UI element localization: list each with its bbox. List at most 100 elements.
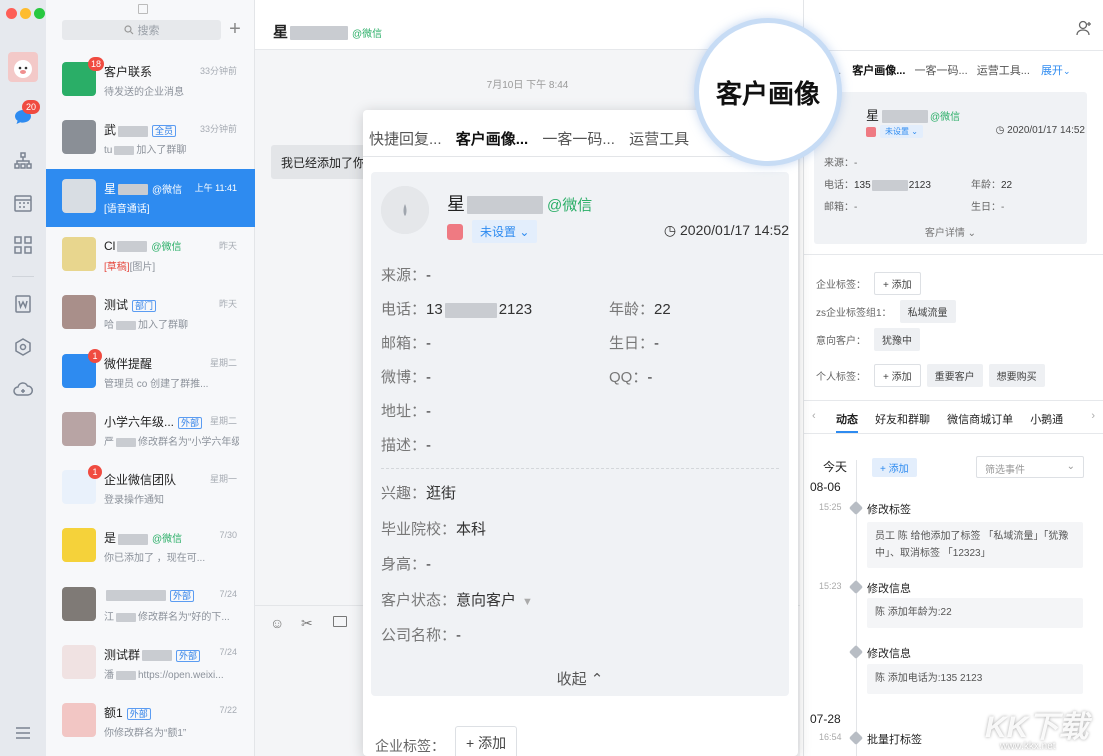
conversation-list: 搜索 + 18客户联系33分钟前待发送的企业消息武全员33分钟前tu加入了群聊星…	[46, 0, 255, 756]
chat-row[interactable]: 测试群外部7/24潘https://open.weixi...	[46, 635, 255, 693]
tag-chip-label: 添加	[892, 280, 912, 291]
chat-row[interactable]: 武全员33分钟前tu加入了群聊	[46, 110, 255, 168]
popup-tabs: 快捷回复... 客户画像... 一客一码... 运营工具	[369, 128, 689, 149]
field-label: 年龄：	[609, 301, 654, 318]
collapse-button[interactable]: 收起 ⌃	[371, 668, 789, 689]
add-tag-button[interactable]: + 添加	[874, 272, 921, 295]
popup-field: QQ：-	[609, 366, 652, 387]
messages-icon[interactable]: 20	[12, 106, 34, 128]
chat-row[interactable]: 1微伴提醒星期二管理员 co 创建了群推...	[46, 344, 255, 402]
chevron-down-icon: ⌄	[1063, 66, 1071, 76]
tab-customer-profile[interactable]: 客户画像...	[852, 65, 905, 77]
chat-row[interactable]: 额1外部7/22你修改群名为“额1”	[46, 693, 255, 751]
tag-chip[interactable]: 想要购买	[989, 364, 1045, 387]
tag-row: 意向客户： 犹豫中	[816, 328, 926, 351]
popup-tab-ops-tools[interactable]: 运营工具	[629, 131, 689, 148]
gender-select[interactable]: 未设置 ⌄	[880, 125, 923, 138]
menu-icon[interactable]	[12, 722, 34, 744]
popup-extra-field: 兴趣：逛街	[381, 482, 456, 503]
chat-row[interactable]: 外部7/24江修改群名为“好的下...	[46, 577, 255, 635]
timeline-body-text: 员工 陈 给他添加了标签 「私域流量」「犹豫中」、取消标签 「12323」	[875, 531, 1068, 559]
tab-friends-groups[interactable]: 好友和群聊	[875, 414, 930, 426]
tag-row-label: 意向客户：	[816, 332, 866, 347]
minimize-window-button[interactable]	[20, 8, 31, 19]
expand-button[interactable]: 展开	[1041, 65, 1063, 77]
tab-ops-tools[interactable]: 运营工具...	[977, 65, 1030, 77]
tab-wechat-orders[interactable]: 微信商城订单	[947, 414, 1013, 426]
emoji-icon[interactable]: ☺	[270, 615, 284, 631]
chat-name: 测试部门	[104, 296, 156, 313]
add-tag-button[interactable]: + 添加	[874, 364, 921, 387]
calendar-icon[interactable]	[12, 192, 34, 214]
cube-icon[interactable]	[12, 336, 34, 358]
chat-name-text: 微伴提醒	[104, 357, 152, 371]
chat-avatar	[62, 295, 96, 329]
popup-tab-customer-profile[interactable]: 客户画像...	[456, 131, 529, 148]
chat-tag: 全员	[152, 125, 176, 137]
screenshot-icon[interactable]: ✂	[301, 615, 313, 632]
field-label: QQ：	[609, 369, 647, 386]
tag-row: 企业标签：+ 添加	[816, 272, 927, 295]
add-icon[interactable]: +	[227, 20, 243, 40]
chat-row[interactable]: 1企业微信团队星期一登录操作通知	[46, 460, 255, 518]
field-value: -	[426, 335, 431, 352]
collapse-icon[interactable]	[138, 4, 148, 14]
tabs-prev-icon[interactable]: ‹	[812, 410, 816, 422]
chat-row[interactable]: Cl@微信昨天[草稿][图片]	[46, 227, 255, 285]
chat-name-text: 是	[104, 531, 116, 545]
tabs-next-icon[interactable]: ›	[1091, 410, 1095, 422]
pin-icon	[849, 731, 863, 745]
redaction	[118, 184, 148, 195]
popup-tab-quick-reply[interactable]: 快捷回复...	[369, 131, 442, 148]
draft-label: [草稿]	[104, 262, 130, 273]
chat-row[interactable]: 小学六年级...外部星期二严修改群名为“小学六年级...	[46, 402, 255, 460]
chat-row[interactable]: 星@微信上午 11:41[语音通话]	[46, 169, 255, 227]
field-label: 地址：	[381, 403, 426, 420]
chat-name-text: 测试	[104, 298, 128, 312]
timeline-body-text: 陈 添加电话为:135 2123	[875, 673, 982, 684]
cloud-drive-icon[interactable]	[12, 379, 34, 401]
chat-preview: 你已添加了 ，现在可...	[104, 549, 239, 564]
chat-preview: 管理员 co 创建了群推...	[104, 375, 239, 390]
chat-avatar	[62, 528, 96, 562]
popup-gender-select[interactable]: 未设置 ⌄	[472, 220, 537, 243]
search-input[interactable]: 搜索	[62, 20, 221, 40]
chat-row[interactable]: 是@微信7/30你已添加了 ，现在可...	[46, 518, 255, 576]
field-label: 身高：	[381, 556, 426, 573]
popup-field: 地址：-	[381, 400, 431, 421]
maximize-window-button[interactable]	[34, 8, 45, 19]
workbench-icon[interactable]	[12, 234, 34, 256]
customer-detail-link[interactable]: 客户详情 ⌄	[814, 224, 1087, 239]
magnifier-label: 客户画像	[716, 74, 820, 111]
popup-tab-one-code[interactable]: 一客一码...	[542, 131, 615, 148]
chat-row[interactable]: 测试部门昨天哈加入了群聊	[46, 285, 255, 343]
add-contact-icon[interactable]	[1075, 19, 1093, 37]
tab-activity[interactable]: 动态	[836, 414, 858, 433]
preview-prefix: 江	[104, 612, 114, 623]
avatar[interactable]	[8, 52, 38, 82]
chat-row[interactable]: 18客户联系33分钟前待发送的企业消息	[46, 52, 255, 110]
field-value[interactable]: 意向客户	[456, 592, 516, 609]
tab-xiaoetong[interactable]: 小鹅通	[1030, 414, 1063, 426]
tag-chip[interactable]: 私域流量	[900, 300, 956, 323]
chat-avatar	[62, 237, 96, 271]
pin-icon	[849, 501, 863, 515]
image-icon[interactable]	[333, 616, 347, 627]
zoomed-profile-popup: 快捷回复... 客户画像... 一客一码... 运营工具 星@微信 未设置 ⌄ …	[363, 110, 798, 756]
redaction	[290, 26, 348, 40]
close-window-button[interactable]	[6, 8, 17, 19]
contacts-icon[interactable]	[12, 150, 34, 172]
event-filter-select[interactable]: 筛选事件⌄	[976, 456, 1084, 478]
popup-add-tag-button[interactable]: + 添加	[455, 726, 517, 756]
tag-chip-label: 私域流量	[908, 308, 948, 319]
tab-one-code[interactable]: 一客一码...	[914, 65, 967, 77]
popup-field: 邮箱：-	[381, 332, 431, 353]
preview-text: 登录操作通知	[104, 495, 164, 506]
tag-chip[interactable]: 重要客户	[927, 364, 983, 387]
document-icon[interactable]	[12, 293, 34, 315]
add-event-button[interactable]: + 添加	[872, 458, 917, 477]
tag-row: zs企业标签组1：私域流量	[816, 300, 962, 323]
chat-tag: @微信	[152, 185, 182, 196]
tag-chip[interactable]: 犹豫中	[874, 328, 920, 351]
timeline-title: 修改标签	[867, 501, 911, 517]
